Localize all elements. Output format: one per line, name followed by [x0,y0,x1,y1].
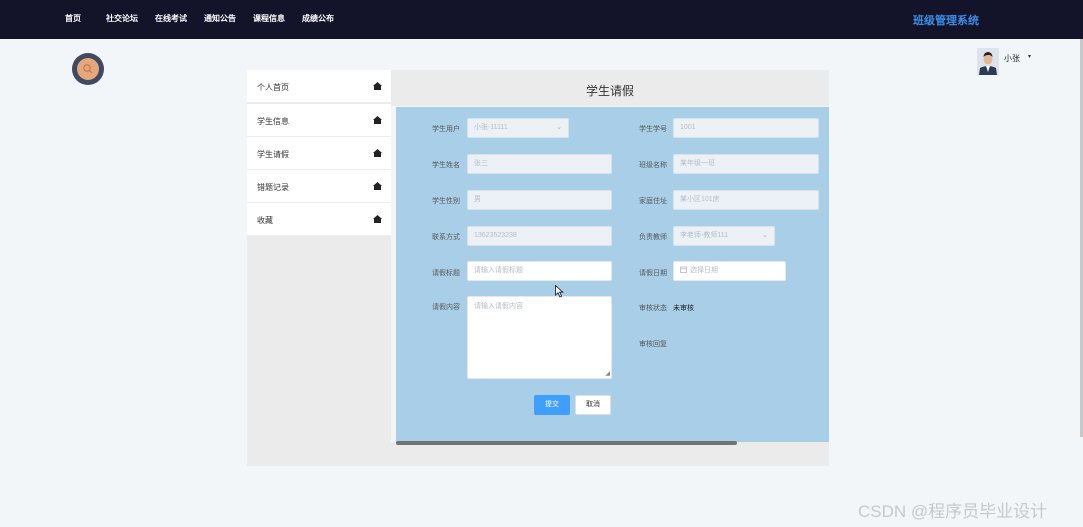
sidebar-item-home[interactable]: 个人首页 [247,70,391,103]
chevron-down-icon: ⌄ [556,124,562,131]
leave-title-input[interactable]: 请输入请假标题 [467,261,612,281]
leave-content-label: 请假内容 [432,304,460,311]
avatar[interactable] [977,48,999,75]
gender-value: 男 [474,196,481,203]
class-name-label: 班级名称 [639,162,667,169]
sidebar-item-student-info[interactable]: 学生信息 [247,104,391,137]
phone-label: 联系方式 [432,234,460,241]
review-status-label: 审核状态 [639,305,667,312]
sidebar-item-wrong-answers[interactable]: 错题记录 [247,170,391,203]
leave-content-textarea[interactable]: 请输入请假内容 ◢ [467,296,612,379]
user-photo-icon [977,48,999,75]
leave-title-label: 请假标题 [432,270,460,277]
top-navbar: 首页 社交论坛 在线考试 通知公告 课程信息 成绩公布 班级管理系统 [0,0,1083,39]
search-button[interactable] [72,53,104,85]
nav-online-exam[interactable]: 在线考试 [155,13,187,24]
gender-label: 学生性别 [432,198,460,205]
student-name-label: 学生姓名 [432,162,460,169]
sidebar: 个人首页 学生信息 学生请假 错题记录 收藏 [247,70,391,466]
teacher-value: 李老师-教师111 [680,232,728,239]
horizontal-scrollbar[interactable] [396,441,737,445]
nav-home[interactable]: 首页 [65,13,81,24]
phone-field[interactable]: 13623523238 [467,226,612,246]
home-icon [373,116,382,124]
teacher-select[interactable]: 李老师-教师111 ⌄ [673,226,775,246]
home-icon [373,182,382,190]
home-icon [373,215,382,223]
student-no-field[interactable]: 1001 [673,118,819,138]
student-name-value: 张三 [474,160,488,167]
student-user-value: 小张-11111 [474,124,508,131]
home-icon [373,82,382,90]
student-no-value: 1001 [680,124,696,131]
watermark: CSDN @程序员毕业设计 [858,502,1048,521]
resize-grip-icon[interactable]: ◢ [605,370,610,377]
panel-header: 学生请假 [391,70,829,106]
student-user-select[interactable]: 小张-11111 ⌄ [467,118,569,138]
mouse-cursor-icon [555,285,564,298]
sidebar-item-label: 学生信息 [257,117,289,126]
sidebar-item-label: 收藏 [257,216,273,225]
brand-title: 班级管理系统 [913,15,979,27]
sidebar-item-favorites[interactable]: 收藏 [247,203,391,236]
sidebar-item-label: 学生请假 [257,150,289,159]
chevron-down-icon[interactable]: ▾ [1028,53,1031,60]
review-reply-label: 审核回复 [639,341,667,348]
chevron-down-icon: ⌄ [762,232,768,239]
class-name-value: 某年级一班 [680,160,715,167]
sidebar-item-student-leave[interactable]: 学生请假 [247,137,391,170]
class-name-field[interactable]: 某年级一班 [673,154,819,174]
nav-notice[interactable]: 通知公告 [204,13,236,24]
home-icon [373,149,382,157]
teacher-label: 负责教师 [639,234,667,241]
address-field[interactable]: 某小区101房 [673,190,819,210]
student-user-label: 学生用户 [432,126,460,133]
sidebar-item-label: 错题记录 [257,183,289,192]
address-value: 某小区101房 [680,196,720,203]
nav-course-info[interactable]: 课程信息 [253,13,285,24]
nav-grades[interactable]: 成绩公布 [302,13,334,24]
leave-date-label: 请假日期 [639,270,667,277]
submit-button[interactable]: 提交 [534,395,570,415]
search-icon [83,64,93,74]
student-name-field[interactable]: 张三 [467,154,612,174]
student-no-label: 学生学号 [639,126,667,133]
phone-value: 13623523238 [474,232,517,239]
leave-date-placeholder: 选择日期 [690,267,718,274]
sidebar-item-label: 个人首页 [257,83,289,92]
address-label: 家庭住址 [639,198,667,205]
page-title: 学生请假 [585,84,634,98]
nav-forum[interactable]: 社交论坛 [106,13,138,24]
review-status-value: 未审核 [673,305,694,312]
calendar-icon [680,266,687,273]
leave-date-picker[interactable]: 选择日期 [673,261,786,281]
username[interactable]: 小张 [1004,53,1020,64]
leave-content-placeholder: 请输入请假内容 [474,303,523,310]
leave-title-placeholder: 请输入请假标题 [474,267,523,274]
panel-footer [391,442,829,466]
cancel-button[interactable]: 取消 [575,395,611,415]
gender-field[interactable]: 男 [467,190,612,210]
